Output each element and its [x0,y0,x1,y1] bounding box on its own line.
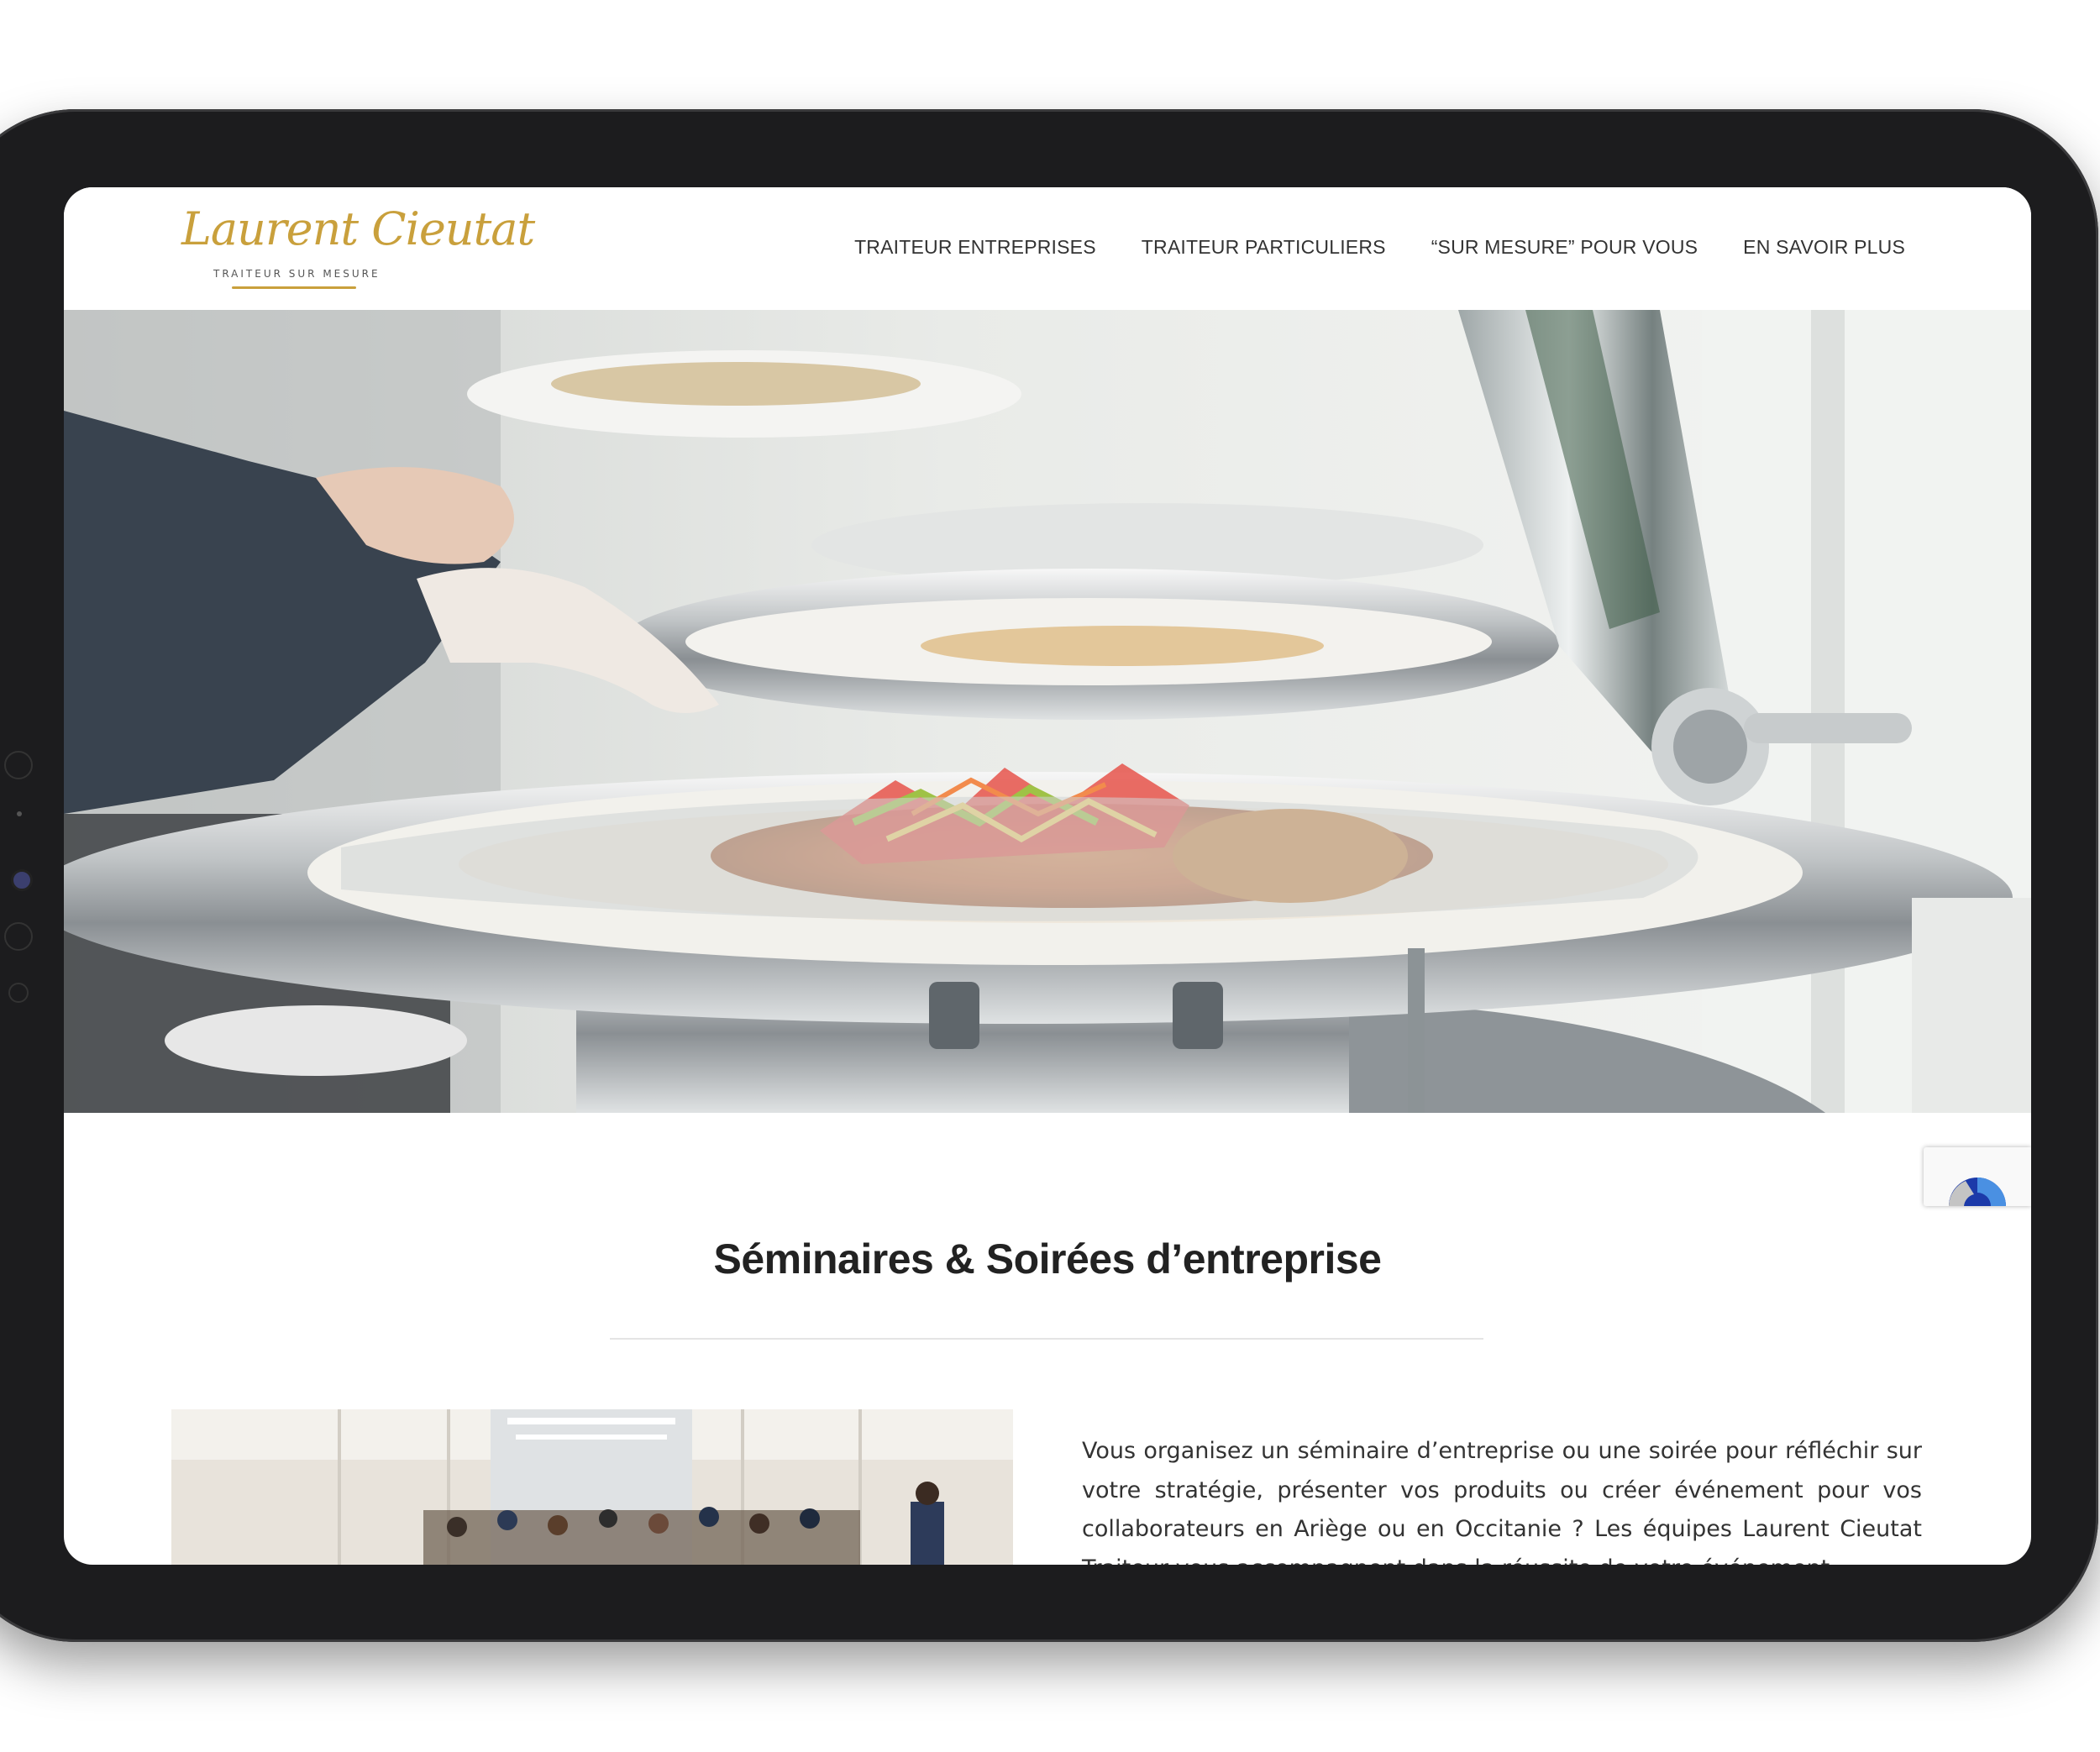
logo-underline [232,286,356,289]
flash-ring [8,983,29,1003]
event-photo [171,1409,1013,1565]
hero-image [64,310,2031,1113]
tablet-screen: Laurent Cieutat TRAITEUR SUR MESURE TRAI… [64,187,2031,1565]
site-header: Laurent Cieutat TRAITEUR SUR MESURE TRAI… [64,187,2031,310]
camera-lens [11,869,33,891]
recaptcha-icon [1949,1178,2006,1206]
logo-script: Laurent Cieutat [181,202,535,255]
site-logo[interactable]: Laurent Cieutat TRAITEUR SUR MESURE [181,202,535,296]
logo-tagline: TRAITEUR SUR MESURE [213,268,381,280]
camera-ring [4,922,33,951]
nav-traiteur-entreprises[interactable]: TRAITEUR ENTREPRISES [854,236,1096,259]
intro-paragraph: Vous organisez un séminaire d’entreprise… [1082,1438,1922,1565]
nav-en-savoir-plus[interactable]: EN SAVOIR PLUS [1743,236,1905,259]
camera-ring [4,751,33,779]
nav-sur-mesure[interactable]: “SUR MESURE” POUR VOUS [1431,236,1698,259]
sensor-dot [17,811,22,816]
title-divider [610,1338,1483,1340]
main-nav: TRAITEUR ENTREPRISES TRAITEUR PARTICULIE… [854,236,1905,259]
recaptcha-badge[interactable] [1924,1147,2031,1206]
page-title: Séminaires & Soirées d’entreprise [713,1235,1382,1283]
nav-traiteur-particuliers[interactable]: TRAITEUR PARTICULIERS [1142,236,1386,259]
